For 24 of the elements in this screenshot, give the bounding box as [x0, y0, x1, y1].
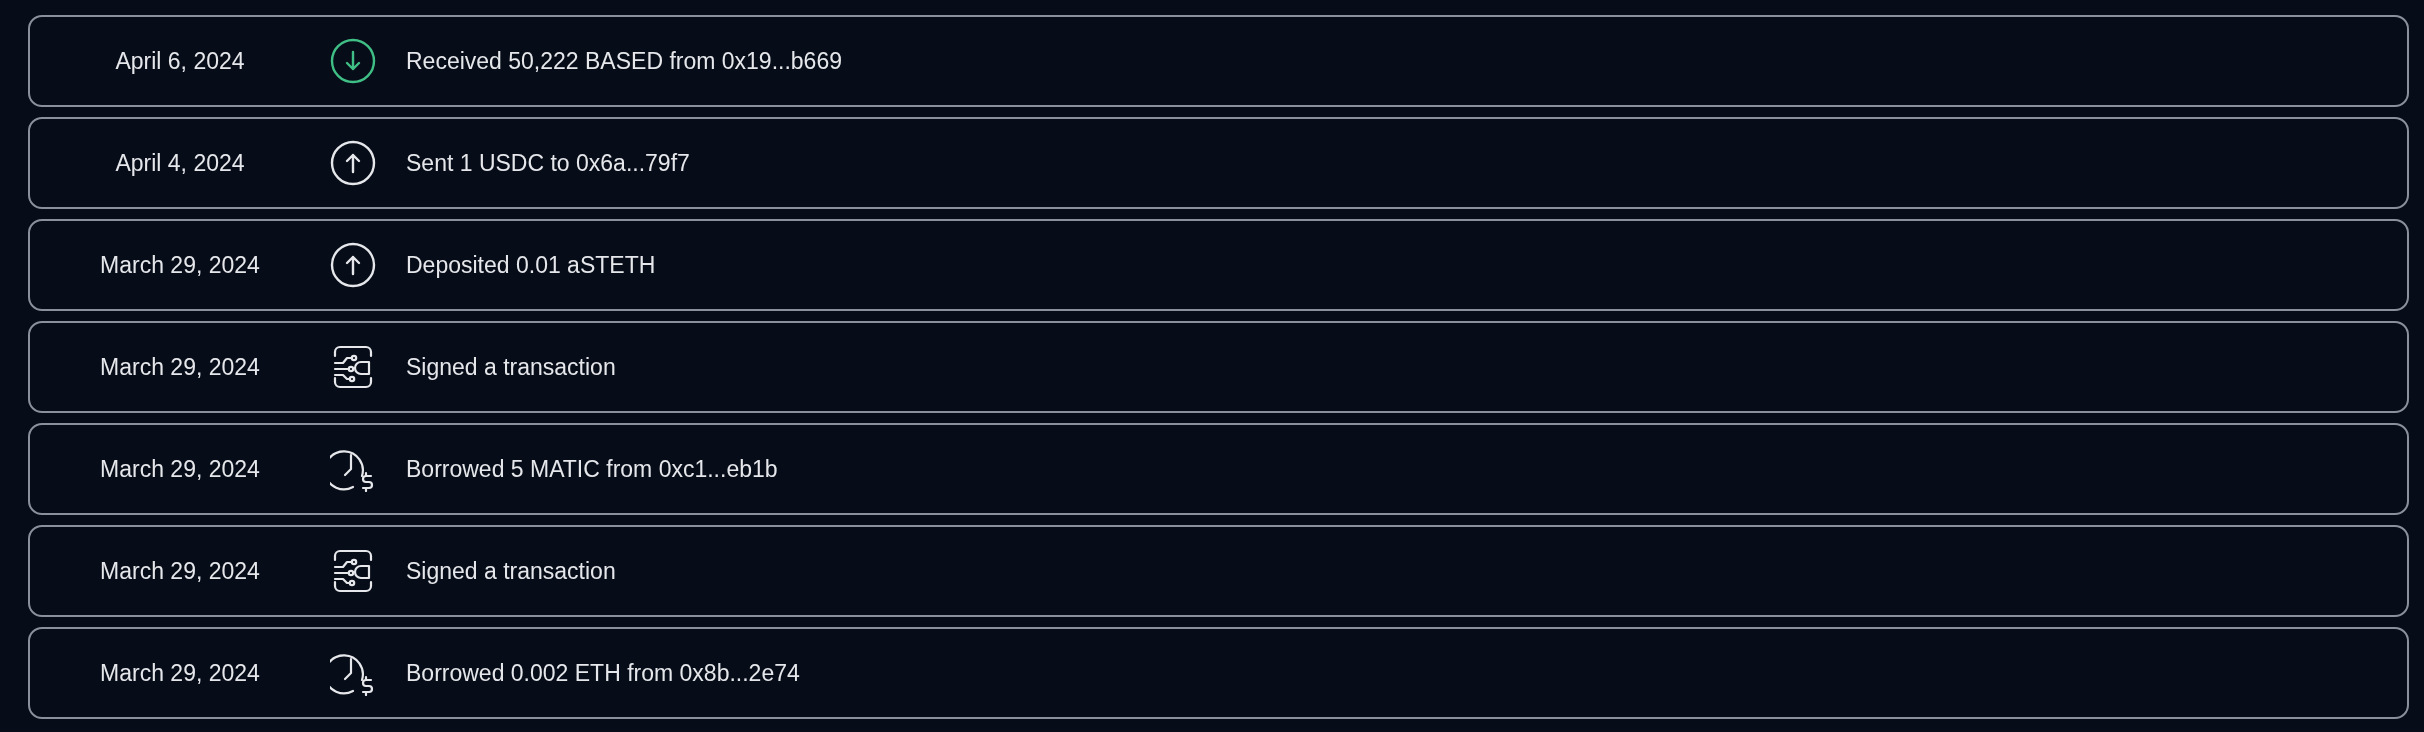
date-text: March 29, 2024	[100, 557, 260, 584]
activity-row[interactable]: March 29, 2024 Borrowed 5 MATIC from 0xc1...eb1b	[28, 423, 2409, 515]
arrow-up-circle-icon	[330, 242, 376, 288]
activity-description: Sent 1 USDC to 0x6a...79f7	[406, 148, 690, 178]
activity-row[interactable]: March 29, 2024 Signed a transaction	[28, 321, 2409, 413]
date-text: March 29, 2024	[100, 353, 260, 380]
date-text: March 29, 2024	[100, 659, 260, 686]
activity-row[interactable]: March 29, 2024 Borrowed 0.002 ETH from 0x8b...2e74	[28, 627, 2409, 719]
activity-row[interactable]: March 29, 2024 Signed a transaction	[28, 525, 2409, 617]
date-text: March 29, 2024	[100, 455, 260, 482]
activity-description: Signed a transaction	[406, 556, 616, 586]
activity-description: Borrowed 0.002 ETH from 0x8b...2e74	[406, 658, 800, 688]
date-text: April 4, 2024	[115, 149, 245, 176]
arrow-down-circle-icon	[330, 38, 376, 84]
date-text: April 6, 2024	[115, 47, 245, 74]
activity-row[interactable]: April 6, 2024 Received 50,222 BASED from 0x19...b669	[28, 15, 2409, 107]
activity-description: Received 50,222 BASED from 0x19...b669	[406, 46, 842, 76]
activity-description: Signed a transaction	[406, 352, 616, 382]
activity-description: Deposited 0.01 aSTETH	[406, 250, 656, 280]
arrow-up-circle-icon	[330, 140, 376, 186]
activity-row[interactable]: March 29, 2024 Deposited 0.01 aSTETH	[28, 219, 2409, 311]
activity-row[interactable]: April 4, 2024 Sent 1 USDC to 0x6a...79f7	[28, 117, 2409, 209]
date-text: March 29, 2024	[100, 251, 260, 278]
activity-description: Borrowed 5 MATIC from 0xc1...eb1b	[406, 454, 778, 484]
